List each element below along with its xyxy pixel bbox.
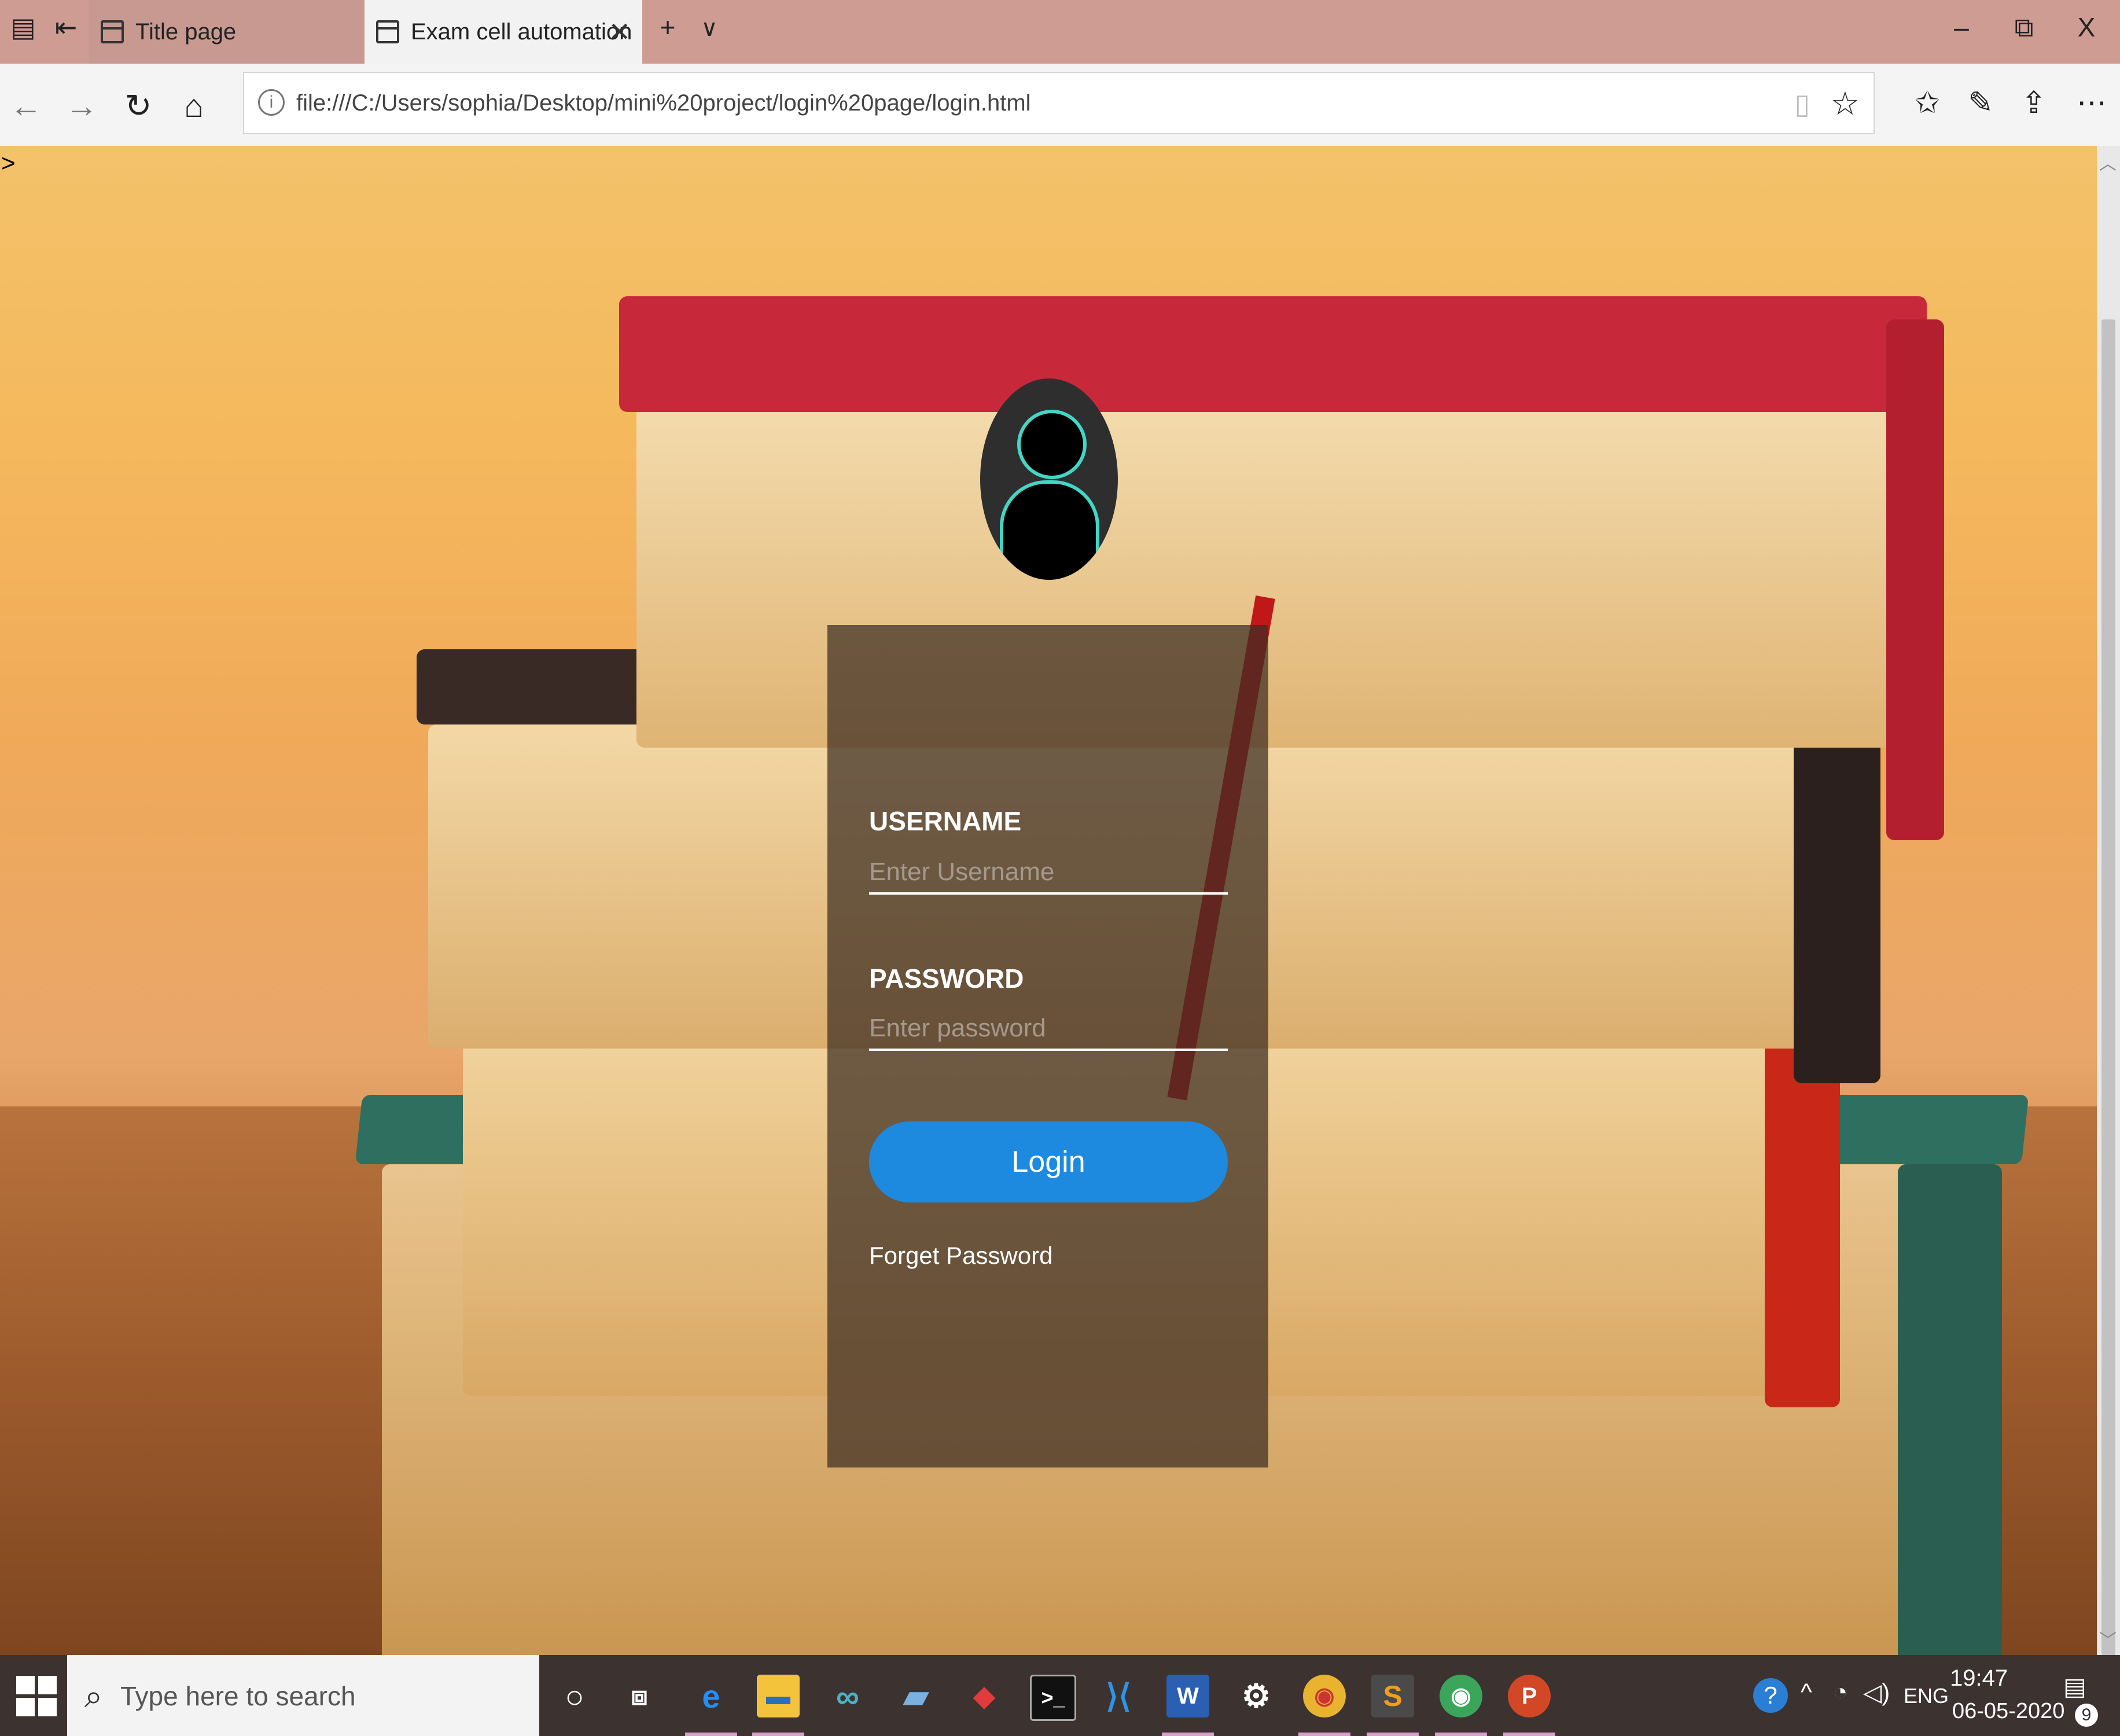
sublime-text-icon[interactable]: S [1371,1675,1414,1717]
open-app-indicator [752,1733,804,1736]
infinity-app-icon[interactable]: ∞ [826,1675,869,1717]
notification-icon[interactable]: ▤ [2063,1672,2086,1701]
active-app-indicator [685,1733,737,1736]
address-field[interactable]: i file:///C:/Users/sophia/Desktop/mini%2… [243,72,1875,134]
cortana-icon[interactable]: ○ [553,1675,596,1717]
address-toolbar: ← → ↻ ⌂ i file:///C:/Users/sophia/Deskto… [0,64,2120,147]
login-card: USERNAME PASSWORD Login Forget Password [827,625,1268,1467]
open-app-indicator [1503,1733,1555,1736]
page-icon [101,20,124,43]
open-app-indicator [1298,1733,1350,1736]
user-avatar-icon [980,378,1118,580]
open-app-indicator [1367,1733,1419,1736]
language-indicator[interactable]: ENG [1904,1684,1949,1708]
open-app-indicator [1162,1733,1214,1736]
powerpoint-icon[interactable]: P [1508,1675,1551,1717]
scroll-thumb[interactable] [2101,319,2115,1685]
open-app-indicator [1435,1733,1487,1736]
avatar-head [1017,410,1087,479]
vertical-scrollbar[interactable]: ︿ ﹀ [2097,146,2120,1685]
chevron-down-icon[interactable]: ∨ [692,15,727,42]
book-image [1886,319,1944,840]
clock-time[interactable]: 19:47 [1950,1665,2008,1691]
windows-taskbar: ⌕ Type here to search ○ ⧈ e ▬ ∞ ▰ ◆ >_ ⟩… [0,1655,2120,1736]
notification-count-badge: 9 [2075,1704,2098,1727]
vscode-icon[interactable]: ⟩⟨ [1097,1675,1140,1717]
chrome-icon[interactable]: ◉ [1303,1675,1346,1717]
edge-browser-icon[interactable]: e [690,1675,733,1717]
stray-text: > [1,149,16,176]
close-window-button[interactable]: X [2069,12,2104,43]
book-image [1898,1164,2002,1655]
home-icon[interactable]: ⌂ [174,87,214,124]
username-input[interactable] [869,852,1228,895]
windows-start-icon[interactable] [16,1676,57,1716]
forward-arrow-icon[interactable]: → [61,87,102,124]
word-icon[interactable]: W [1166,1675,1209,1717]
password-label: PASSWORD [869,963,1024,994]
back-arrow-icon[interactable]: ← [6,87,46,124]
chrome-profile-icon[interactable]: ◉ [1440,1675,1482,1717]
page-icon [376,20,399,43]
taskbar-search[interactable]: ⌕ Type here to search [67,1655,539,1736]
username-label: USERNAME [869,806,1022,836]
favorites-icon[interactable]: ✩ [1907,86,1948,120]
tab-actions-icon[interactable]: ▤ [6,12,41,43]
pen-icon[interactable]: ✎ [1960,86,2001,120]
browser-tab-bar: ▤ ⇤ Title page Exam cell automation ✕ + … [0,0,2120,64]
file-explorer-icon[interactable]: ▬ [757,1675,800,1717]
tab-exam-cell-automation[interactable]: Exam cell automation ✕ [365,0,642,64]
reading-view-icon[interactable]: ▯ [1795,88,1810,120]
favorite-star-icon[interactable]: ☆ [1831,84,1860,123]
scroll-down-icon[interactable]: ﹀ [2099,1626,2117,1652]
close-tab-icon[interactable]: ✕ [608,16,631,47]
minimize-button[interactable]: – [1944,12,1979,43]
book-image [619,296,1927,412]
login-button[interactable]: Login [869,1121,1228,1202]
search-icon: ⌕ [84,1678,103,1714]
tab-label: Title page [135,19,237,45]
task-view-icon[interactable]: ⧈ [618,1675,661,1717]
restore-button[interactable]: ⧉ [2007,12,2041,44]
clock-date[interactable]: 06-05-2020 [1952,1699,2064,1724]
book-image [1794,724,1880,1083]
password-input[interactable] [869,1008,1228,1051]
url-text: file:///C:/Users/sophia/Desktop/mini%20p… [296,90,1031,116]
scroll-up-icon[interactable]: ︿ [2099,149,2117,175]
share-icon[interactable]: ⇪ [2014,86,2054,120]
wifi-icon[interactable]: ◔ [1833,1678,1847,1706]
volume-icon[interactable]: ◁) [1863,1678,1890,1706]
settings-gear-icon[interactable]: ⚙ [1235,1675,1278,1717]
page-viewport: > USERNAME PASSWORD Login Forget Passwor… [0,146,2097,1655]
help-icon[interactable]: ? [1753,1678,1788,1713]
info-icon[interactable]: i [258,89,285,116]
plus-icon[interactable]: + [650,12,685,43]
avatar-body [1000,480,1099,580]
tab-label: Exam cell automation [411,19,632,45]
forget-password-link[interactable]: Forget Password [869,1242,1052,1270]
tab-title-page[interactable]: Title page [89,0,365,64]
terminal-icon[interactable]: >_ [1030,1675,1076,1721]
refresh-icon[interactable]: ↻ [118,87,159,125]
chevron-up-icon[interactable]: ^ [1801,1678,1812,1706]
paint-app-icon[interactable]: ◆ [963,1675,1006,1717]
more-icon[interactable]: ⋯ [2071,86,2112,120]
remote-desktop-icon[interactable]: ▰ [895,1675,937,1717]
search-placeholder: Type here to search [120,1681,356,1711]
set-aside-tabs-icon[interactable]: ⇤ [49,12,83,43]
